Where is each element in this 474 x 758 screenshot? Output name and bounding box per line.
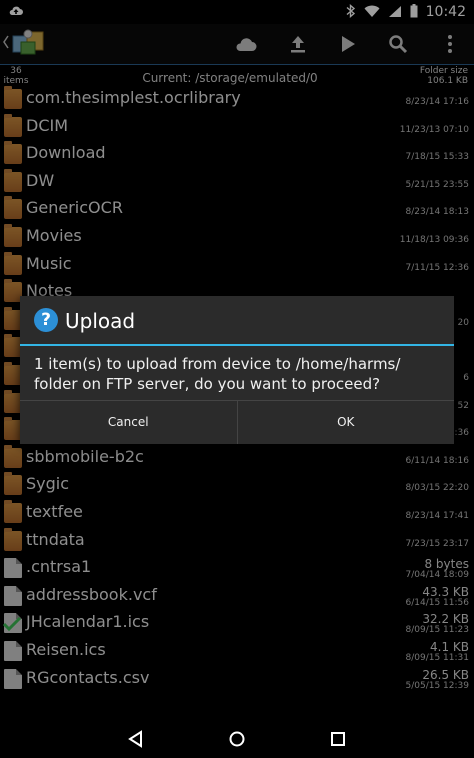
home-icon[interactable] [227,729,247,749]
upload-dialog: ? Upload 1 item(s) to upload from device… [20,296,454,444]
dialog-button-bar: Cancel OK [20,400,454,444]
recents-icon[interactable] [328,729,348,749]
dialog-title: Upload [65,309,136,333]
navigation-bar [0,720,474,758]
ok-button[interactable]: OK [236,401,455,444]
cancel-button[interactable]: Cancel [20,401,237,444]
question-icon: ? [34,308,58,332]
back-icon[interactable] [126,729,146,749]
dialog-message: 1 item(s) to upload from device to /home… [34,355,401,393]
dialog-header: ? Upload [20,296,454,346]
